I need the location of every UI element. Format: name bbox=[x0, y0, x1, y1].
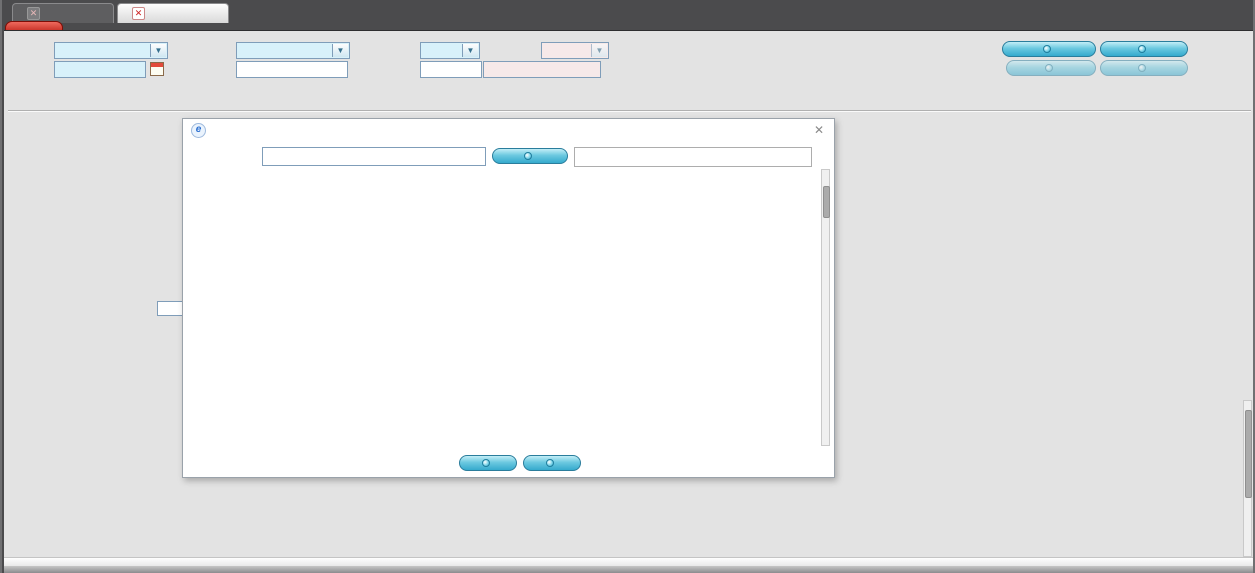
dialog-scrollbar[interactable] bbox=[821, 169, 830, 446]
search-start-button[interactable] bbox=[492, 148, 568, 164]
approval-select: ▼ bbox=[541, 42, 609, 59]
detail-popup-dialog: e ✕ bbox=[182, 118, 835, 478]
voucher-type-select[interactable]: ▼ bbox=[420, 42, 480, 59]
new-voucher-button[interactable] bbox=[1002, 41, 1096, 57]
scrollbar-thumb[interactable] bbox=[1245, 410, 1252, 498]
resolution-date-field[interactable] bbox=[54, 61, 146, 78]
copy-voucher-button[interactable] bbox=[1100, 41, 1188, 57]
close-icon[interactable]: ✕ bbox=[27, 7, 40, 20]
calendar-icon[interactable] bbox=[150, 62, 164, 76]
resolution-dept-name bbox=[483, 61, 601, 78]
chevron-down-icon[interactable]: ▼ bbox=[332, 44, 348, 57]
chevron-down-icon[interactable]: ▼ bbox=[150, 44, 166, 57]
close-icon[interactable]: ✕ bbox=[132, 7, 145, 20]
tab-notice[interactable]: ✕ bbox=[12, 3, 114, 23]
close-icon[interactable]: ✕ bbox=[812, 123, 826, 137]
chevron-down-icon[interactable]: ▼ bbox=[462, 44, 478, 57]
divider bbox=[8, 110, 1251, 112]
browser-icon: e bbox=[191, 122, 206, 138]
close-button[interactable] bbox=[523, 455, 581, 471]
carryover-button bbox=[1006, 60, 1096, 76]
dialog-titlebar: e bbox=[183, 119, 834, 141]
search-option-group bbox=[574, 147, 812, 167]
tab-voucher-entry[interactable]: ✕ bbox=[117, 3, 229, 23]
worksite-select[interactable]: ▼ bbox=[236, 42, 350, 59]
resolution-dept-input[interactable] bbox=[420, 61, 482, 78]
resolution-no-input[interactable] bbox=[236, 61, 348, 78]
find-input[interactable] bbox=[262, 147, 486, 166]
scrollbar-thumb[interactable] bbox=[823, 186, 830, 218]
application-window: ✕ ✕ ▼ ▼ ▼ ▼ e ✕ bbox=[0, 0, 1255, 573]
confirm-button[interactable] bbox=[459, 455, 517, 471]
chevron-down-icon: ▼ bbox=[591, 44, 607, 57]
invoice-register-button bbox=[1100, 60, 1188, 76]
company-select[interactable]: ▼ bbox=[54, 42, 168, 59]
vertical-scrollbar[interactable] bbox=[1243, 400, 1252, 557]
bottom-bar bbox=[4, 566, 1253, 573]
